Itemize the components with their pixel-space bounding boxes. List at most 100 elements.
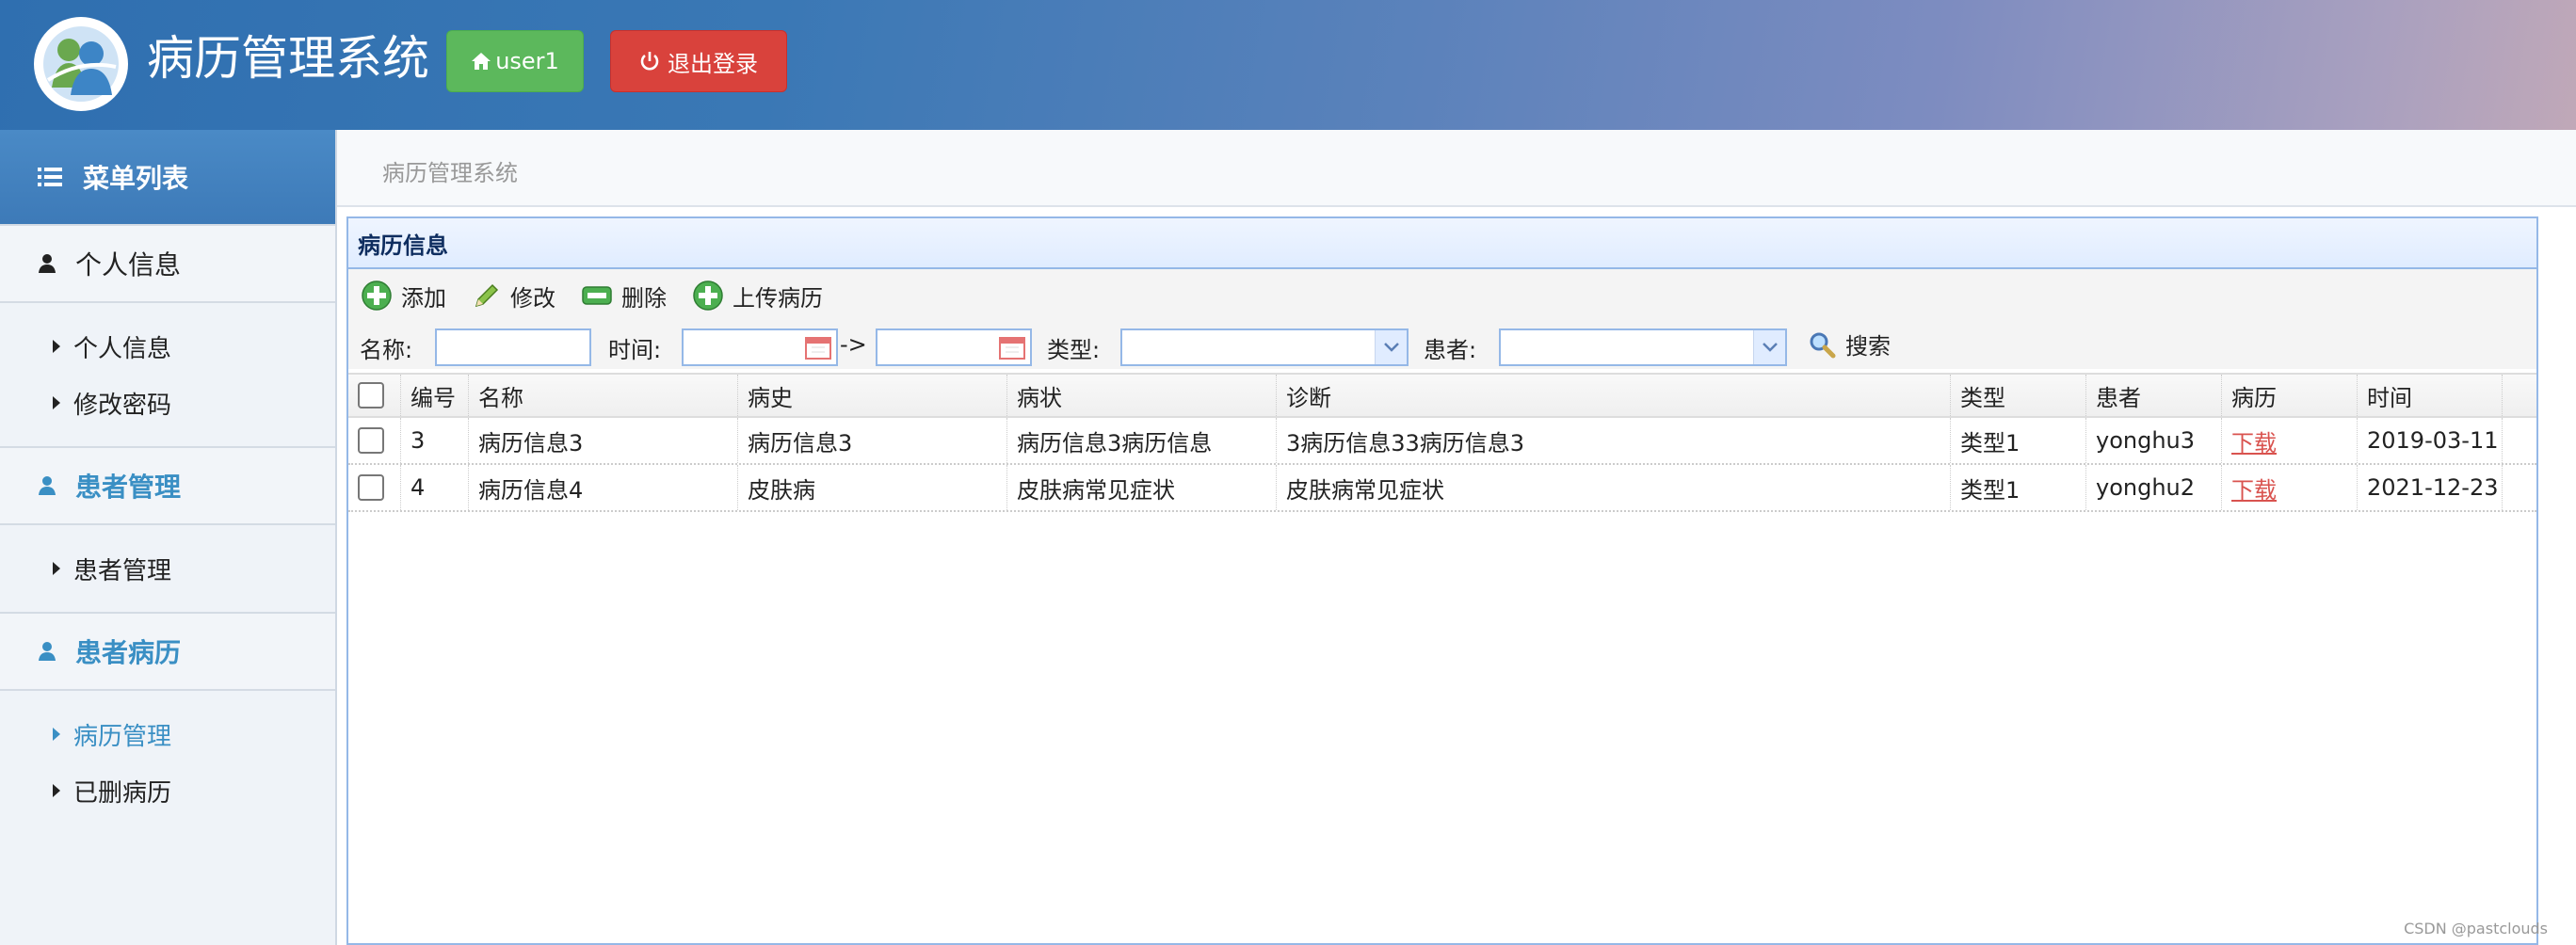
cell-diagnosis: 3病历信息33病历信息3 bbox=[1277, 418, 1951, 463]
cell-name: 病历信息4 bbox=[469, 465, 738, 510]
calendar-icon[interactable] bbox=[998, 334, 1026, 360]
end-date-input[interactable] bbox=[876, 328, 1032, 366]
calendar-icon[interactable] bbox=[804, 334, 832, 360]
name-input[interactable] bbox=[435, 328, 591, 366]
column-header[interactable]: 诊断 bbox=[1277, 375, 1951, 416]
sidebar: 菜单列表 个人信息 个人信息 修改密码 患者管理 患者管理 患者病历 病历管理 bbox=[0, 130, 337, 945]
cell-history: 病历信息3 bbox=[738, 418, 1007, 463]
pencil-icon bbox=[475, 283, 499, 308]
cell-diagnosis: 皮肤病常见症状 bbox=[1277, 465, 1951, 510]
app-logo-icon bbox=[34, 17, 128, 111]
search-button[interactable]: 搜索 bbox=[1808, 328, 1891, 360]
cell-id: 3 bbox=[401, 418, 469, 463]
column-header[interactable]: 病历 bbox=[2222, 375, 2358, 416]
upload-record-button[interactable]: 上传病历 bbox=[693, 280, 823, 312]
sidebar-item-label: 病历管理 bbox=[73, 722, 172, 751]
column-header[interactable]: 时间 bbox=[2358, 375, 2503, 416]
delete-button-label: 删除 bbox=[621, 284, 667, 312]
column-header[interactable]: 名称 bbox=[469, 375, 738, 416]
minus-icon bbox=[582, 286, 612, 305]
user-icon bbox=[39, 476, 56, 495]
edit-button-label: 修改 bbox=[510, 284, 555, 312]
column-header[interactable]: 病状 bbox=[1007, 375, 1277, 416]
cell-id: 4 bbox=[401, 465, 469, 510]
search-icon bbox=[1810, 332, 1836, 358]
sidebar-group-personal[interactable]: 个人信息 bbox=[0, 224, 335, 303]
sidebar-item-patient-management[interactable]: 患者管理 bbox=[0, 540, 335, 597]
user-icon bbox=[39, 254, 56, 273]
column-header[interactable]: 患者 bbox=[2086, 375, 2222, 416]
records-table: 编号 名称 病史 病状 诊断 类型 患者 病历 时间 3 病历信息3 病历信息3… bbox=[348, 373, 2536, 512]
edit-button[interactable]: 修改 bbox=[473, 280, 555, 312]
panel-title: 病历信息 bbox=[348, 218, 2536, 269]
column-header[interactable]: 类型 bbox=[1951, 375, 2086, 416]
select-all-checkbox[interactable] bbox=[358, 382, 384, 408]
start-date-input[interactable] bbox=[682, 328, 838, 366]
sidebar-group-patient-records[interactable]: 患者病历 bbox=[0, 614, 335, 691]
table-row[interactable]: 3 病历信息3 病历信息3 病历信息3病历信息 3病历信息33病历信息3 类型1… bbox=[348, 418, 2536, 465]
delete-button[interactable]: 删除 bbox=[582, 280, 667, 312]
download-link[interactable]: 下载 bbox=[2231, 472, 2277, 505]
logout-button[interactable]: 退出登录 bbox=[610, 30, 787, 92]
caret-right-icon bbox=[53, 728, 60, 741]
sidebar-group-label: 患者病历 bbox=[75, 637, 182, 668]
download-link[interactable]: 下载 bbox=[2231, 424, 2277, 457]
table-row[interactable]: 4 病历信息4 皮肤病 皮肤病常见症状 皮肤病常见症状 类型1 yonghu2 … bbox=[348, 465, 2536, 512]
sidebar-group-label: 个人信息 bbox=[75, 249, 182, 280]
caret-right-icon bbox=[53, 562, 60, 575]
sidebar-item-deleted-records[interactable]: 已删病历 bbox=[0, 762, 335, 819]
sidebar-item-personal-info[interactable]: 个人信息 bbox=[0, 318, 335, 375]
home-icon bbox=[472, 53, 491, 70]
search-button-label: 搜索 bbox=[1845, 333, 1891, 360]
chevron-down-icon[interactable] bbox=[1753, 330, 1785, 364]
row-select-cell bbox=[348, 418, 401, 463]
cell-type: 类型1 bbox=[1951, 418, 2086, 463]
sidebar-group-items: 个人信息 修改密码 bbox=[0, 303, 335, 448]
menu-header: 菜单列表 bbox=[0, 130, 335, 224]
chevron-down-icon[interactable] bbox=[1375, 330, 1407, 364]
records-panel: 病历信息 添加 修改 删除 上传病历 名称: 时间: -> 类型: 患者: 搜索… bbox=[346, 216, 2538, 945]
patient-label: 患者: bbox=[1424, 337, 1477, 363]
search-bar: 名称: 时间: -> 类型: 患者: 搜索 bbox=[348, 322, 2536, 369]
top-header: 病历管理系统 user1 退出登录 bbox=[0, 0, 2576, 130]
sidebar-group-items: 病历管理 已删病历 bbox=[0, 691, 335, 834]
add-button[interactable]: 添加 bbox=[362, 280, 446, 312]
sidebar-item-record-management[interactable]: 病历管理 bbox=[0, 706, 335, 762]
patient-select[interactable] bbox=[1499, 328, 1787, 366]
cell-patient: yonghu3 bbox=[2086, 418, 2222, 463]
type-label: 类型: bbox=[1047, 337, 1101, 363]
user-home-button[interactable]: user1 bbox=[446, 30, 584, 92]
sidebar-item-label: 修改密码 bbox=[73, 391, 172, 420]
add-button-label: 添加 bbox=[401, 284, 446, 312]
row-select-cell bbox=[348, 465, 401, 510]
cell-record: 下载 bbox=[2222, 465, 2358, 510]
cell-name: 病历信息3 bbox=[469, 418, 738, 463]
row-checkbox[interactable] bbox=[358, 427, 384, 454]
row-checkbox[interactable] bbox=[358, 474, 384, 501]
upload-record-label: 上传病历 bbox=[733, 284, 823, 312]
cell-time: 2019-03-11 bbox=[2358, 418, 2503, 463]
user-button-label: user1 bbox=[495, 48, 559, 74]
caret-right-icon bbox=[53, 340, 60, 353]
column-header[interactable]: 病史 bbox=[738, 375, 1007, 416]
cell-record: 下载 bbox=[2222, 418, 2358, 463]
sidebar-item-label: 已删病历 bbox=[73, 778, 172, 808]
list-icon bbox=[38, 168, 62, 186]
menu-title: 菜单列表 bbox=[83, 163, 189, 194]
sidebar-item-label: 患者管理 bbox=[73, 556, 172, 585]
breadcrumb-bar: 病历管理系统 bbox=[337, 130, 2576, 207]
logout-button-label: 退出登录 bbox=[668, 50, 758, 77]
cell-symptom: 病历信息3病历信息 bbox=[1007, 418, 1277, 463]
add-icon bbox=[362, 280, 392, 311]
sidebar-group-patient-management[interactable]: 患者管理 bbox=[0, 448, 335, 525]
caret-right-icon bbox=[53, 396, 60, 409]
breadcrumb: 病历管理系统 bbox=[382, 160, 518, 186]
table-header: 编号 名称 病史 病状 诊断 类型 患者 病历 时间 bbox=[348, 373, 2536, 418]
sidebar-item-change-password[interactable]: 修改密码 bbox=[0, 375, 335, 431]
cell-patient: yonghu2 bbox=[2086, 465, 2222, 510]
toolbar: 添加 修改 删除 上传病历 bbox=[348, 269, 2536, 322]
type-select[interactable] bbox=[1120, 328, 1409, 366]
time-label: 时间: bbox=[608, 337, 662, 363]
date-range-arrow: -> bbox=[840, 331, 867, 358]
column-header[interactable]: 编号 bbox=[401, 375, 469, 416]
